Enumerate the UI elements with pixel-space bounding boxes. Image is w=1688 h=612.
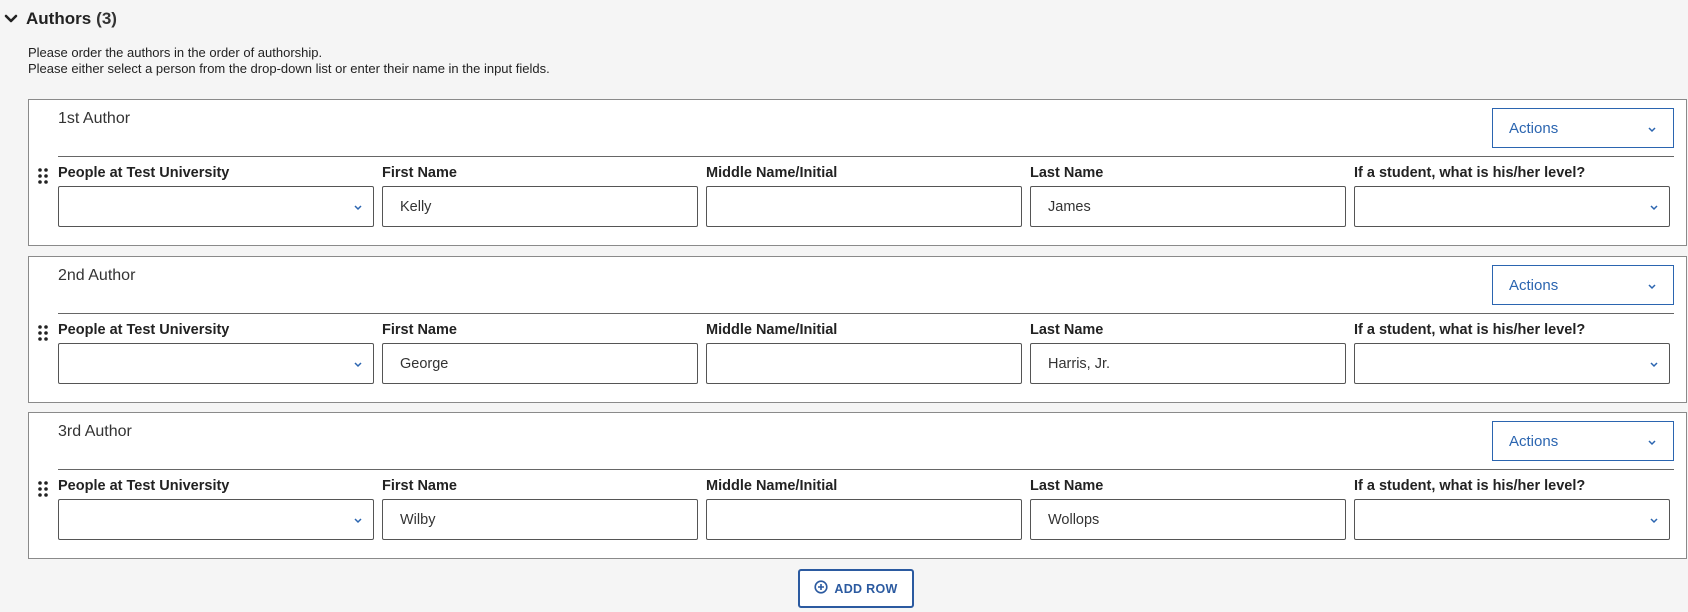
section-count: (3) — [96, 9, 117, 28]
section-title-wrap: Authors (3) — [26, 9, 117, 29]
last-name-label: Last Name — [1030, 322, 1104, 338]
middle-name-label: Middle Name/Initial — [706, 478, 838, 494]
student-level-select[interactable] — [1354, 343, 1670, 384]
student-level-label: If a student, what is his/her level? — [1354, 165, 1586, 181]
student-level-label: If a student, what is his/her level? — [1354, 322, 1586, 338]
actions-label: Actions — [1509, 119, 1559, 137]
people-label: People at Test University — [58, 478, 230, 494]
middle-name-label: Middle Name/Initial — [706, 165, 838, 181]
middle-name-label: Middle Name/Initial — [706, 322, 838, 338]
drag-handle-icon[interactable] — [36, 480, 50, 498]
chevron-down-icon — [1647, 277, 1657, 294]
author-title: 3rd Author — [58, 423, 132, 440]
people-select[interactable] — [58, 186, 374, 227]
chevron-down-icon — [353, 198, 363, 216]
chevron-down-icon — [1649, 511, 1659, 529]
last-name-label: Last Name — [1030, 478, 1104, 494]
drag-handle-icon[interactable] — [36, 167, 50, 185]
instructions: Please order the authors in the order of… — [28, 45, 558, 77]
last-name-input[interactable]: James — [1030, 186, 1346, 227]
chevron-down-icon — [1649, 355, 1659, 373]
people-select[interactable] — [58, 499, 374, 540]
add-row-label: ADD ROW — [834, 581, 898, 596]
actions-label: Actions — [1509, 276, 1559, 294]
first-name-label: First Name — [382, 322, 457, 338]
middle-name-input[interactable] — [706, 186, 1022, 227]
chevron-down-icon — [353, 355, 363, 373]
author-card-3: 3rd Author Actions People at Test Univer… — [28, 412, 1687, 559]
drag-handle-icon[interactable] — [36, 324, 50, 342]
actions-dropdown[interactable]: Actions — [1492, 108, 1674, 148]
people-select[interactable] — [58, 343, 374, 384]
section-title: Authors — [26, 9, 92, 28]
first-name-input[interactable]: George — [382, 343, 698, 384]
chevron-down-icon — [1647, 120, 1657, 137]
first-name-input[interactable]: Wilby — [382, 499, 698, 540]
last-name-input[interactable]: Harris, Jr. — [1030, 343, 1346, 384]
student-level-select[interactable] — [1354, 186, 1670, 227]
collapse-chevron-icon[interactable] — [4, 12, 18, 26]
chevron-down-icon — [1647, 433, 1657, 450]
last-name-label: Last Name — [1030, 165, 1104, 181]
student-level-select[interactable] — [1354, 499, 1670, 540]
middle-name-input[interactable] — [706, 343, 1022, 384]
actions-dropdown[interactable]: Actions — [1492, 265, 1674, 305]
plus-circle-icon — [814, 580, 828, 597]
last-name-input[interactable]: Wollops — [1030, 499, 1346, 540]
first-name-label: First Name — [382, 165, 457, 181]
actions-dropdown[interactable]: Actions — [1492, 421, 1674, 461]
student-level-label: If a student, what is his/her level? — [1354, 478, 1586, 494]
author-card-1: 1st Author Actions People at Test Univer… — [28, 99, 1687, 246]
section-header[interactable]: Authors (3) — [4, 6, 117, 32]
add-row-button[interactable]: ADD ROW — [798, 569, 914, 608]
people-label: People at Test University — [58, 322, 230, 338]
chevron-down-icon — [353, 511, 363, 529]
people-label: People at Test University — [58, 165, 230, 181]
author-card-2: 2nd Author Actions People at Test Univer… — [28, 256, 1687, 403]
instruction-line-1: Please order the authors in the order of… — [28, 45, 323, 60]
instruction-line-2: Please either select a person from the d… — [28, 61, 550, 76]
actions-label: Actions — [1509, 432, 1559, 450]
first-name-input[interactable]: Kelly — [382, 186, 698, 227]
author-title: 1st Author — [58, 110, 131, 127]
middle-name-input[interactable] — [706, 499, 1022, 540]
card-divider — [58, 469, 1674, 470]
first-name-label: First Name — [382, 478, 457, 494]
card-divider — [58, 156, 1674, 157]
author-title: 2nd Author — [58, 267, 136, 284]
card-divider — [58, 313, 1674, 314]
chevron-down-icon — [1649, 198, 1659, 216]
